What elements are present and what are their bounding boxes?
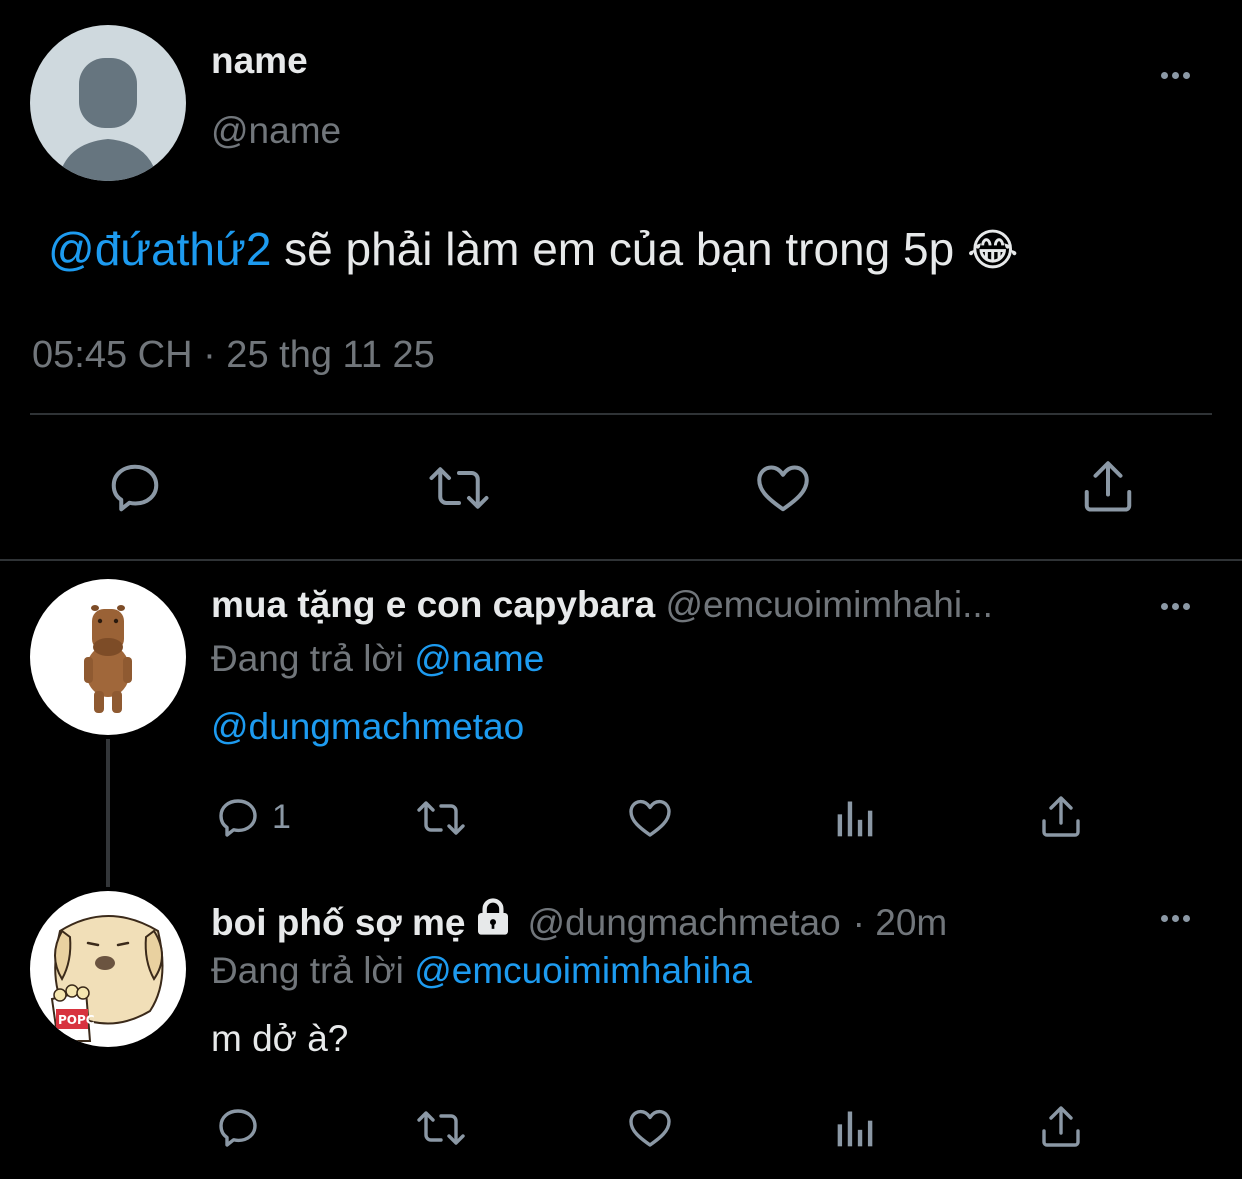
retweet-icon[interactable] bbox=[414, 1104, 468, 1152]
tweet-body: sẽ phải làm em của bạn trong 5p bbox=[271, 223, 955, 275]
reply-count: 1 bbox=[272, 798, 291, 836]
emoji: 😂 bbox=[966, 225, 1019, 276]
replying-prefix: Đang trả lời bbox=[211, 950, 404, 991]
handle[interactable]: @emcuoimimhahi... bbox=[665, 584, 993, 625]
retweet-icon[interactable] bbox=[426, 458, 492, 518]
section-divider bbox=[0, 559, 1242, 561]
handle[interactable]: @dungmachmetao bbox=[527, 902, 840, 944]
more-options-icon[interactable] bbox=[1161, 72, 1190, 79]
tweet-text: @đứathứ2 sẽ phải làm em của bạn trong 5p… bbox=[48, 222, 1018, 276]
svg-text:POPC: POPC bbox=[58, 1013, 95, 1027]
more-options-icon[interactable] bbox=[1161, 915, 1190, 922]
like-icon[interactable] bbox=[625, 1104, 675, 1152]
mention-link[interactable]: @đứathứ2 bbox=[48, 223, 271, 275]
display-name[interactable]: mua tặng e con capybara bbox=[211, 584, 655, 625]
handle[interactable]: @name bbox=[211, 110, 341, 152]
reply-header: mua tặng e con capybara @emcuoimimhahi..… bbox=[211, 584, 993, 626]
more-options-icon[interactable] bbox=[1161, 603, 1190, 610]
reply-icon[interactable] bbox=[214, 1104, 262, 1152]
default-avatar-icon bbox=[58, 58, 158, 181]
reply-time[interactable]: · 20m bbox=[853, 902, 948, 944]
reply-header: boi phố sợ mẹ @dungmachmetao · 20m bbox=[211, 898, 947, 947]
display-name[interactable]: boi phố sợ mẹ bbox=[211, 902, 465, 944]
dog-popcorn-avatar-icon: POPC bbox=[50, 915, 164, 1042]
replying-to: Đang trả lời @emcuoimimhahiha bbox=[211, 950, 752, 992]
avatar[interactable]: POPC bbox=[30, 891, 186, 1047]
reply-text: m dở à? bbox=[211, 1018, 349, 1059]
lock-icon bbox=[473, 898, 513, 947]
share-icon[interactable] bbox=[1037, 792, 1085, 842]
share-icon[interactable] bbox=[1037, 1102, 1085, 1152]
replying-to-link[interactable]: @name bbox=[414, 638, 544, 679]
share-icon[interactable] bbox=[1078, 456, 1138, 518]
display-name[interactable]: name bbox=[211, 40, 308, 82]
views-icon[interactable] bbox=[834, 1106, 878, 1150]
replying-prefix: Đang trả lời bbox=[211, 638, 404, 679]
capybara-avatar-icon bbox=[84, 605, 132, 713]
replying-to-link[interactable]: @emcuoimimhahiha bbox=[414, 950, 752, 991]
views-icon[interactable] bbox=[834, 796, 878, 840]
like-icon[interactable] bbox=[625, 794, 675, 842]
reply-icon[interactable] bbox=[105, 458, 165, 518]
timestamp[interactable]: 05:45 CH · 25 thg 11 25 bbox=[32, 334, 435, 377]
avatar[interactable] bbox=[30, 25, 186, 181]
like-icon[interactable] bbox=[752, 458, 814, 518]
retweet-icon[interactable] bbox=[414, 794, 468, 842]
replying-to: Đang trả lời @name bbox=[211, 638, 544, 680]
thread-line bbox=[106, 739, 110, 887]
avatar[interactable] bbox=[30, 579, 186, 735]
divider bbox=[30, 413, 1212, 415]
reply-text-mention[interactable]: @dungmachmetao bbox=[211, 706, 524, 748]
reply-icon[interactable] bbox=[214, 794, 262, 842]
